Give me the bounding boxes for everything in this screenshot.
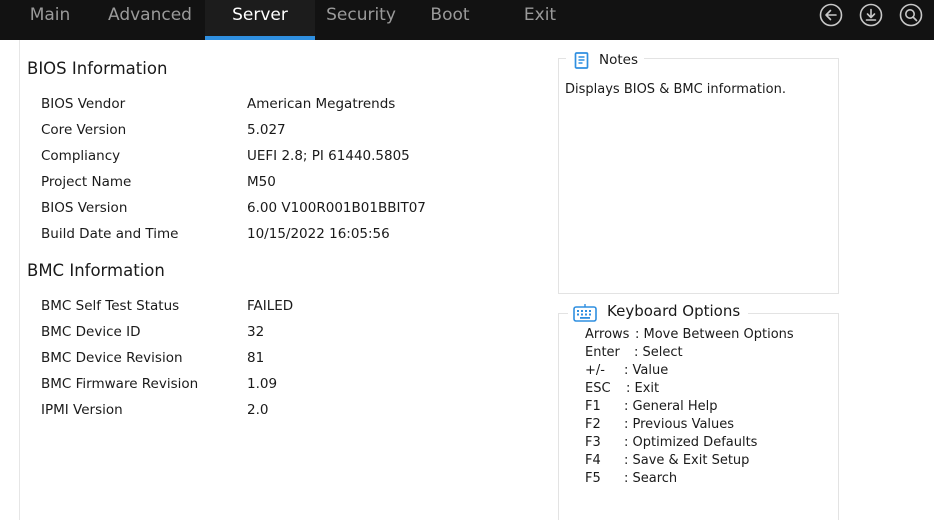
key-f4-desc: : Save & Exit Setup [624,453,750,468]
tab-exit[interactable]: Exit [512,0,568,40]
bios-version-value: 6.00 V100R001B01BBIT07 [247,200,426,216]
tab-advanced[interactable]: Advanced [100,0,200,40]
keyboard-options-title: Keyboard Options [607,302,741,320]
bmc-device-id-value: 32 [247,324,265,340]
back-arrow-icon[interactable] [819,3,843,27]
key-plus-minus-desc: : Value [624,363,669,378]
key-plus-minus: +/- [585,363,605,378]
bmc-self-test-label: BMC Self Test Status [41,298,180,314]
key-arrows-desc: : Move Between Options [635,327,794,342]
bmc-device-id-label: BMC Device ID [41,324,141,340]
core-version-label: Core Version [41,122,127,138]
key-f2: F2 [585,417,601,432]
notes-title: Notes [599,52,638,68]
top-nav-bar: Main Advanced Server Security Boot Exit [0,0,934,40]
bios-vendor-value: American Megatrends [247,96,396,112]
keyboard-icon [573,303,597,322]
bios-vendor-label: BIOS Vendor [41,96,126,112]
key-f3: F3 [585,435,601,450]
build-date-value: 10/15/2022 16:05:56 [247,226,390,242]
tab-server[interactable]: Server [205,0,315,40]
ipmi-version-value: 2.0 [247,402,269,418]
key-esc: ESC [585,381,611,396]
core-version-value: 5.027 [247,122,286,138]
search-icon[interactable] [899,3,923,27]
download-icon[interactable] [859,3,883,27]
notes-text: Displays BIOS & BMC information. [565,82,786,97]
notes-icon [573,52,590,69]
key-f4: F4 [585,453,601,468]
tab-main[interactable]: Main [14,0,86,40]
tab-security[interactable]: Security [318,0,404,40]
key-arrows: Arrows [585,327,630,342]
bmc-device-revision-label: BMC Device Revision [41,350,183,366]
bmc-info-title: BMC Information [27,261,165,280]
bmc-self-test-value: FAILED [247,298,294,314]
key-enter-desc: : Select [634,345,683,360]
compliancy-label: Compliancy [41,148,121,164]
key-f1-desc: : General Help [624,399,718,414]
key-f3-desc: : Optimized Defaults [624,435,758,450]
key-enter: Enter [585,345,620,360]
ipmi-version-label: IPMI Version [41,402,123,418]
key-f5-desc: : Search [624,471,678,486]
key-f5: F5 [585,471,601,486]
key-esc-desc: : Exit [626,381,660,396]
left-border [19,40,20,520]
compliancy-value: UEFI 2.8; PI 61440.5805 [247,148,410,164]
build-date-label: Build Date and Time [41,226,179,242]
bios-info-title: BIOS Information [27,59,168,78]
tab-boot[interactable]: Boot [420,0,480,40]
bmc-firmware-revision-label: BMC Firmware Revision [41,376,199,392]
bmc-device-revision-value: 81 [247,350,265,366]
project-name-label: Project Name [41,174,132,190]
key-f1: F1 [585,399,601,414]
bmc-firmware-revision-value: 1.09 [247,376,278,392]
key-f2-desc: : Previous Values [624,417,735,432]
project-name-value: M50 [247,174,276,190]
bios-version-label: BIOS Version [41,200,128,216]
